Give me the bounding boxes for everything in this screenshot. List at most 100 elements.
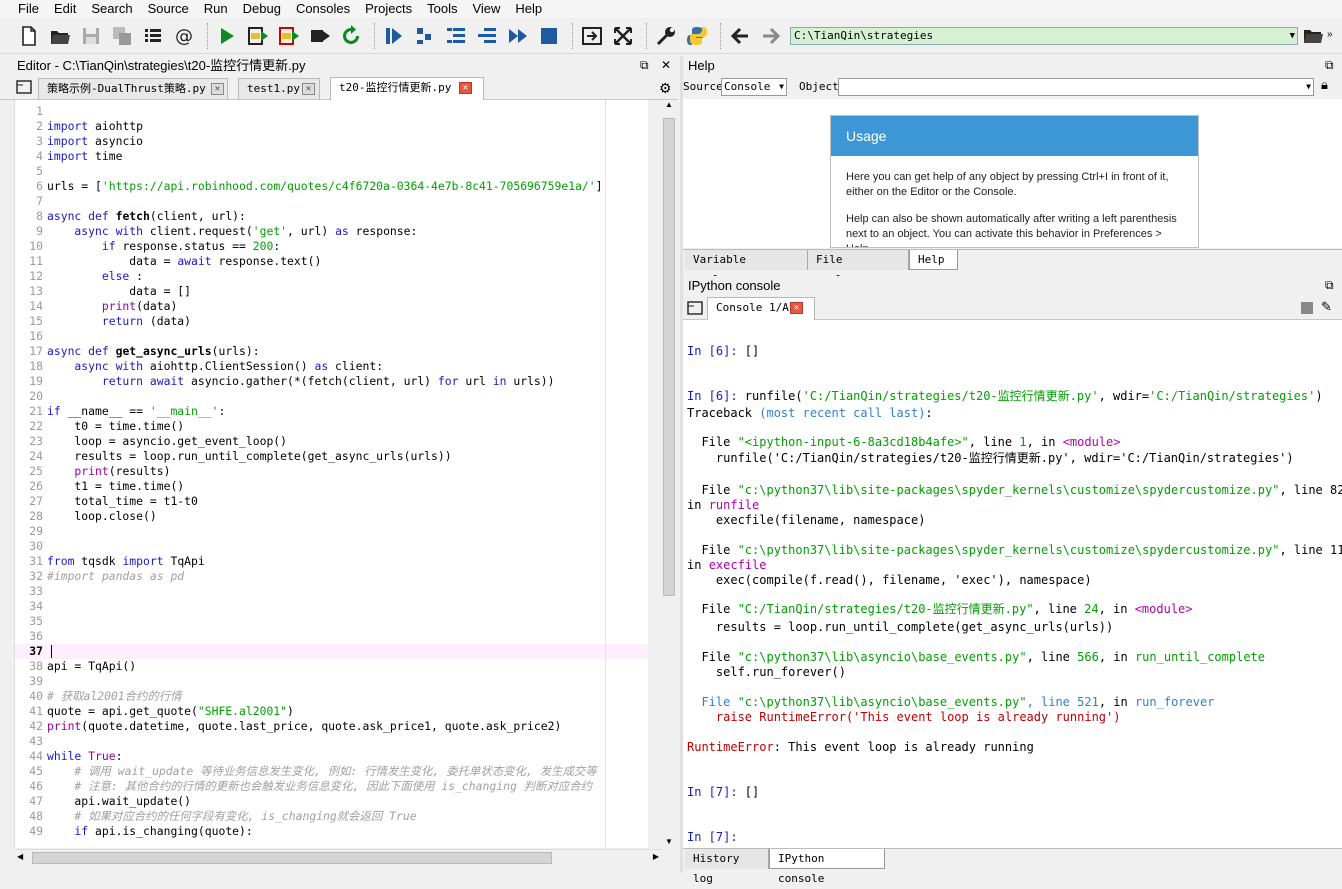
stop-kernel-icon[interactable] — [1301, 302, 1313, 314]
close-tab-icon[interactable]: ✕ — [211, 83, 224, 95]
code-token: aiohttp — [95, 119, 144, 133]
line-number: 13 — [29, 284, 43, 298]
code-token: tqsdk — [81, 554, 123, 568]
menu-help[interactable]: Help — [515, 1, 542, 17]
editor-tab-active[interactable]: t20-监控行情更新.py ✕ — [330, 77, 484, 100]
console-token: [] — [744, 785, 760, 799]
step-return-icon[interactable] — [474, 23, 500, 49]
code-token: response: — [355, 224, 418, 238]
undock-icon[interactable]: ⧉ — [1325, 56, 1334, 75]
line-number: 5 — [36, 164, 43, 178]
browse-tabs-icon[interactable] — [687, 301, 703, 315]
step-into-icon[interactable] — [443, 23, 469, 49]
code-line: 38 api = TqApi() — [15, 659, 648, 674]
code-token: client: — [335, 359, 384, 373]
wrench-icon[interactable] — [653, 23, 679, 49]
run-cell-icon[interactable] — [245, 23, 271, 49]
undock-icon[interactable]: ⧉ — [640, 56, 649, 75]
console-line: File "c:\python37\lib\site-packages\spyd… — [687, 483, 1342, 498]
close-tab-icon[interactable]: ✕ — [302, 83, 315, 95]
scroll-left-icon[interactable]: ◀ — [17, 852, 23, 861]
debug-icon[interactable] — [381, 23, 407, 49]
code-token: # 调用 wait_update 等待业务信息发生变化, 例如: 行情发生变化,… — [47, 764, 597, 778]
editor-vertical-scrollbar[interactable]: ▲ ▼ — [661, 100, 677, 848]
run-icon[interactable] — [214, 23, 240, 49]
menu-view[interactable]: View — [472, 1, 500, 17]
object-combo[interactable]: ▼ — [838, 78, 1314, 96]
code-line: 3 import asyncio — [15, 134, 648, 149]
menu-search[interactable]: Search — [91, 1, 132, 17]
undock-icon[interactable]: ⧉ — [1325, 276, 1334, 295]
console-tab-bar: Console 1/A ✕ ✎ — [683, 296, 1342, 320]
code-line: 11 data = await response.text() — [15, 254, 648, 269]
menu-projects[interactable]: Projects — [365, 1, 412, 17]
scrollbar-thumb[interactable] — [663, 118, 675, 596]
maximize-pane-icon[interactable] — [579, 23, 605, 49]
console-line: runfile('C:/TianQin/strategies/t20-监控行情更… — [687, 451, 1294, 466]
console-line: In [7]: — [687, 830, 738, 845]
menu-source[interactable]: Source — [148, 1, 189, 17]
open-folder-icon[interactable] — [47, 23, 73, 49]
console-token: : This event loop is already running — [773, 740, 1034, 754]
menu-consoles[interactable]: Consoles — [296, 1, 350, 17]
tab-variable-explorer[interactable]: Variable explorer — [685, 250, 808, 286]
forward-arrow-icon[interactable] — [758, 23, 784, 49]
browse-folder-icon[interactable] — [1302, 24, 1324, 46]
run-cell-advance-icon[interactable] — [276, 23, 302, 49]
editor-tab[interactable]: 策略示例-DualThrust策略.py ✕ — [38, 78, 228, 99]
tab-file-explorer[interactable]: File explorer — [808, 250, 909, 286]
continue-icon[interactable] — [505, 23, 531, 49]
scrollbar-thumb[interactable] — [32, 852, 552, 864]
back-arrow-icon[interactable] — [727, 23, 753, 49]
menu-edit[interactable]: Edit — [54, 1, 76, 17]
tab-help[interactable]: Help — [909, 250, 958, 270]
source-combo[interactable]: Console ▼ — [721, 78, 787, 96]
menu-run[interactable]: Run — [204, 1, 228, 17]
code-token: total_time = t1-t0 — [47, 494, 198, 508]
scroll-right-icon[interactable]: ▶ — [653, 852, 659, 861]
gear-icon[interactable]: ⚙ — [659, 80, 672, 97]
list-icon[interactable] — [140, 23, 166, 49]
stop-icon[interactable] — [536, 23, 562, 49]
save-all-icon[interactable] — [109, 23, 135, 49]
close-tab-icon[interactable]: ✕ — [790, 302, 803, 314]
editor-horizontal-scrollbar[interactable]: ◀ ▶ — [14, 849, 662, 866]
line-number: 20 — [29, 389, 43, 403]
code-token: 200 — [252, 239, 274, 253]
console-line: self.run_forever() — [687, 665, 846, 680]
menu-file[interactable]: File — [18, 1, 39, 17]
console-token: exec(compile(f.read(), filename, 'exec')… — [687, 573, 1092, 587]
console-tab[interactable]: Console 1/A ✕ — [707, 297, 815, 320]
toolbar-more-icon[interactable]: » — [1327, 24, 1341, 46]
close-tab-icon[interactable]: ✕ — [459, 82, 472, 94]
code-line: 49 if api.is_changing(quote): — [15, 824, 648, 839]
scroll-up-icon[interactable]: ▲ — [661, 100, 677, 109]
step-icon[interactable] — [412, 23, 438, 49]
line-number: 24 — [29, 449, 43, 463]
code-line: 17 async def get_async_urls(urls): — [15, 344, 648, 359]
rerun-icon[interactable] — [338, 23, 364, 49]
code-token: t0 = time.time() — [47, 419, 185, 433]
python-icon[interactable] — [684, 23, 710, 49]
chevron-down-icon[interactable]: ▼ — [1290, 28, 1295, 44]
eraser-icon[interactable]: ✎ — [1321, 299, 1332, 315]
scroll-down-icon[interactable]: ▼ — [661, 837, 677, 846]
close-icon[interactable]: ✕ — [661, 56, 671, 75]
new-file-icon[interactable] — [16, 23, 42, 49]
fullscreen-icon[interactable] — [610, 23, 636, 49]
browse-tabs-icon[interactable] — [16, 80, 32, 94]
at-sign-icon[interactable]: @ — [171, 23, 197, 49]
code-editor[interactable]: 1 2 import aiohttp 3 import asyncio 4 import t… — [14, 100, 648, 848]
tab-ipython-console[interactable]: IPython console — [769, 849, 885, 885]
editor-tab[interactable]: test1.py ✕ — [238, 78, 320, 99]
console-line: File "<ipython-input-6-8a3cd18b4afe>", l… — [687, 435, 1120, 450]
menu-debug[interactable]: Debug — [243, 1, 281, 17]
run-selection-icon[interactable] — [307, 23, 333, 49]
save-icon[interactable] — [78, 23, 104, 49]
lock-icon[interactable]: 🔒︎ — [1321, 78, 1328, 93]
menu-tools[interactable]: Tools — [427, 1, 457, 17]
code-token: __name__ == — [67, 404, 150, 418]
tab-history-log[interactable]: History log — [685, 849, 769, 885]
ipython-console-output[interactable]: In [6]: [] In [6]: runfile('C:/TianQin/st… — [683, 320, 1342, 848]
working-directory-combo[interactable]: C:\TianQin\strategies ▼ — [790, 27, 1298, 45]
